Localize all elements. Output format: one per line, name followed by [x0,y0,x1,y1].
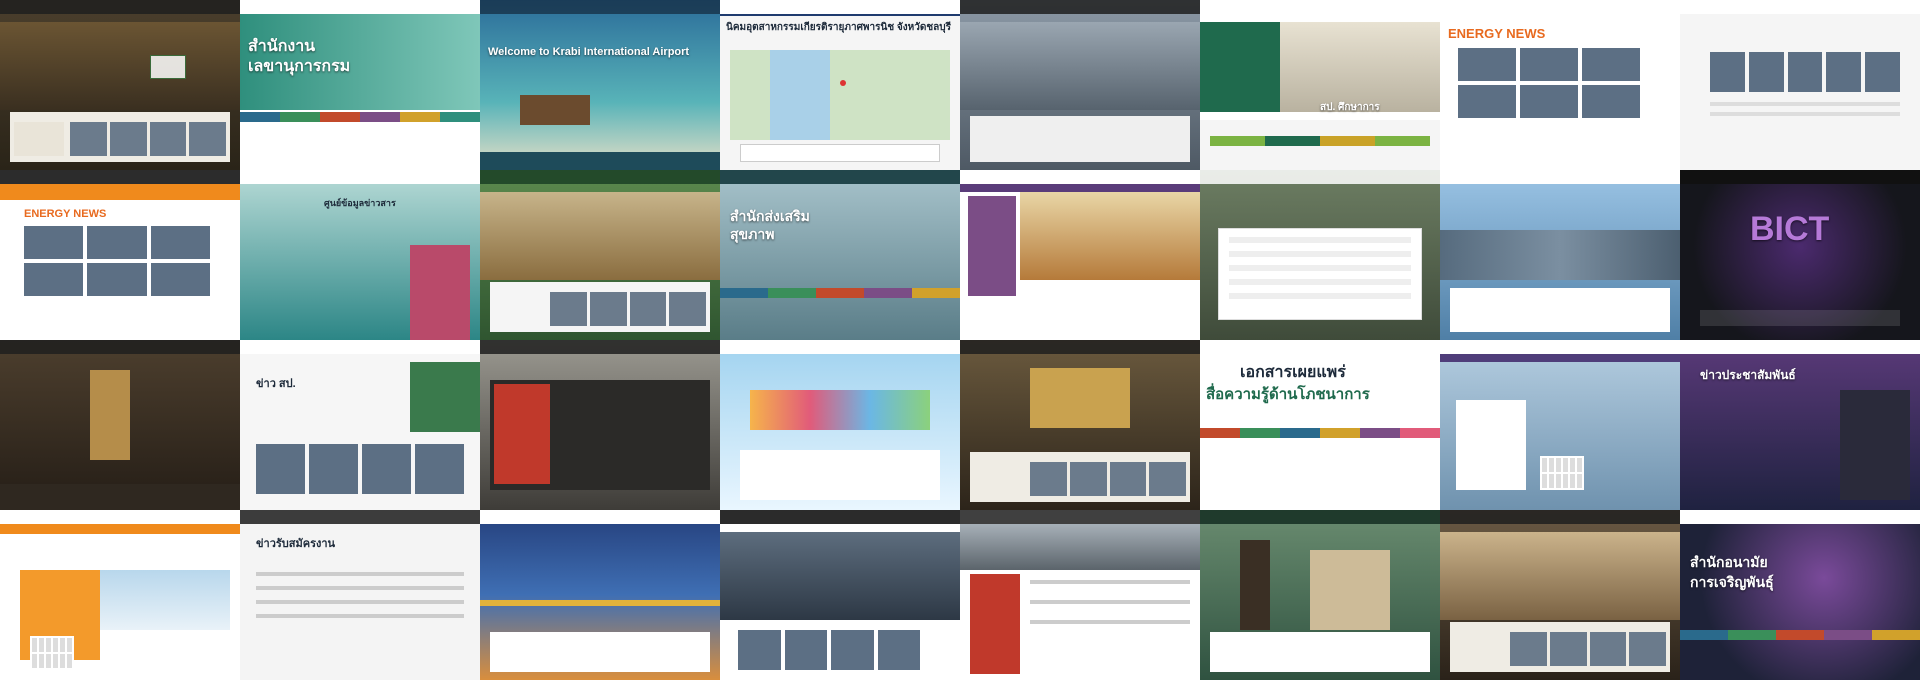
tile-beach-news [1440,510,1680,680]
tile-reproductive-health: สำนักอนามัย การเจริญพันธุ์ [1680,510,1920,680]
tile-dca-airport [0,510,240,680]
hero-subtitle: สื่อความรู้ด้านโภชนาการ [1206,386,1370,403]
tile-secretary-office: สำนักงาน เลขานุการกรม [240,0,480,170]
tile-office-news-white: ข่าว สป. [240,340,480,510]
tile-purple-temple-airport [960,170,1200,340]
tile-statue-green [1200,510,1440,680]
tile-info-center-teal: ศูนย์ข้อมูลข่าวสาร [240,170,480,340]
hero-subtitle: สุขภาพ [730,226,775,242]
tile-dark-statue [0,340,240,510]
hero-subtitle: การเจริญพันธุ์ [1690,574,1774,590]
hero-caption: สป. ศึกษาการ [1320,102,1380,113]
section-title: ENERGY NEWS [24,208,107,220]
tile-health-promotion: สำนักส่งเสริม สุขภาพ [720,170,960,340]
section-title: ข่าวรับสมัครงาน [256,538,336,550]
section-title: ศูนย์ข้อมูลข่าวสาร [324,198,396,208]
tile-pr-news-purple: ข่าวประชาสัมพันธ์ [1680,340,1920,510]
hero-title: สำนักอนามัย [1690,554,1768,570]
tile-temple-night [960,340,1200,510]
tile-green-temple [480,170,720,340]
tile-white-news [1680,0,1920,170]
section-title: ข่าว สป. [256,378,296,390]
tile-energy-news-orange: ENERGY NEWS [0,170,240,340]
tile-khonkaen-airport [1440,340,1680,510]
section-title: ENERGY NEWS [1448,26,1546,41]
tile-dark-gov-rural [0,0,240,170]
tile-solar-panels [480,340,720,510]
hero-title: Welcome to Krabi International Airport [488,46,690,58]
tile-education-officer: สป. ศึกษาการ [1200,0,1440,170]
tile-port-city [960,0,1200,170]
tile-industrial-estate-map: นิคมอุตสาหกรรมเกียรติรายุภาศพารนิช จังหว… [720,0,960,170]
tile-bict-dark: BICT [1680,170,1920,340]
page-heading: นิคมอุตสาหกรรมเกียรติรายุภาศพารนิช จังหว… [726,22,951,33]
website-screenshot-mosaic: สำนักงาน เลขานุการกรม Welcome to Krabi I… [0,0,1920,680]
tile-bict-white [720,510,960,680]
tile-registration-form [1200,170,1440,340]
tile-city-skyline [1440,170,1680,340]
tile-krabi-airport: Welcome to Krabi International Airport [480,0,720,170]
hero-subtitle: เลขานุการกรม [248,58,351,75]
tile-bridge-night [480,510,720,680]
tile-job-news: ข่าวรับสมัครงาน [240,510,480,680]
tile-nutrition-docs: เอกสารเผยแพร่ สื่อความรู้ด้านโภชนาการ [1200,340,1440,510]
tile-energy-news: ENERGY NEWS [1440,0,1680,170]
tile-kids-illustration [720,340,960,510]
logo-text: BICT [1750,210,1830,248]
tile-solar-red-list [960,510,1200,680]
section-title: ข่าวประชาสัมพันธ์ [1700,368,1796,382]
